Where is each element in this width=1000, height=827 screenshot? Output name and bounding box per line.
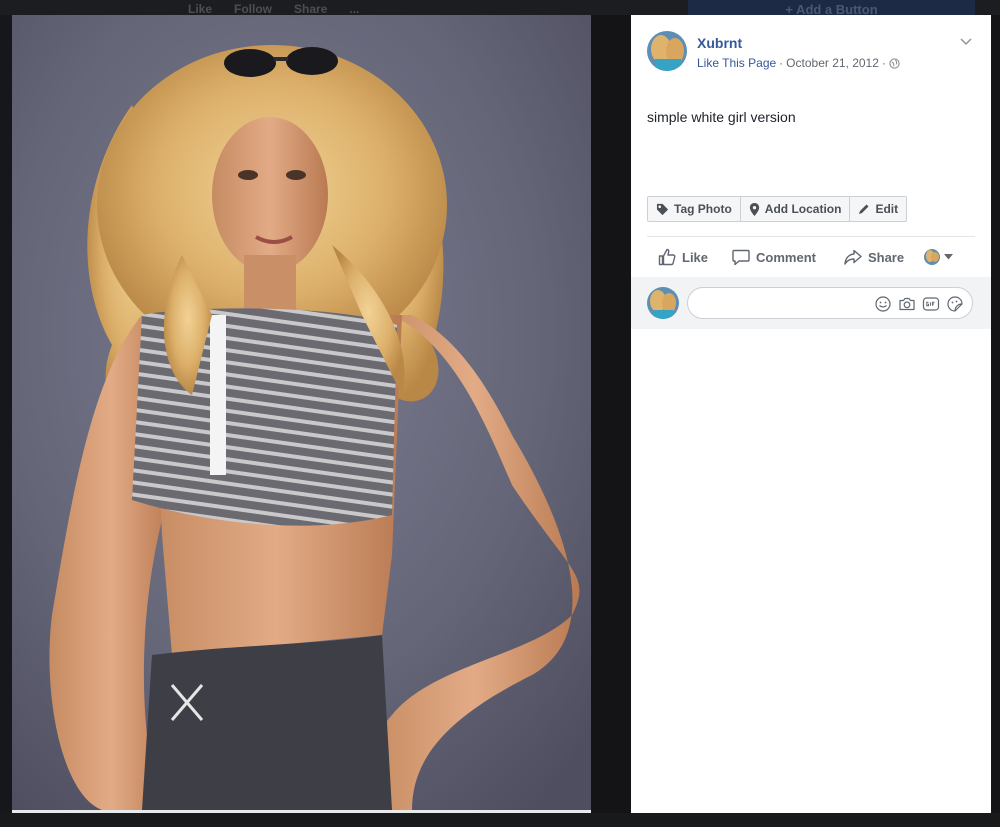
- comment-button[interactable]: Comment: [732, 249, 816, 266]
- chevron-down-icon[interactable]: [959, 37, 973, 47]
- background-left-edge: [0, 15, 12, 827]
- thumbs-up-icon: [658, 248, 676, 266]
- camera-icon[interactable]: [898, 295, 916, 313]
- tag-photo-label: Tag Photo: [674, 202, 732, 216]
- post-date[interactable]: October 21, 2012: [786, 56, 879, 70]
- bg-add-button-cta: + Add a Button: [688, 0, 975, 15]
- globe-icon[interactable]: [889, 57, 900, 69]
- ufi-action-bar: Like Comment Share: [647, 237, 975, 277]
- smiley-icon[interactable]: [874, 295, 892, 313]
- edit-label: Edit: [875, 202, 899, 216]
- comment-input[interactable]: [700, 295, 864, 312]
- page-name-link[interactable]: Xubrnt: [697, 35, 742, 51]
- comment-input-box[interactable]: [687, 287, 973, 319]
- share-label: Share: [867, 249, 905, 265]
- photo-action-group: Tag Photo Add Location Edit: [647, 196, 908, 222]
- gif-icon[interactable]: [922, 295, 940, 313]
- sticker-icon[interactable]: [946, 295, 964, 313]
- post-caption: simple white girl version: [647, 109, 796, 125]
- share-button[interactable]: Share: [844, 249, 904, 265]
- like-this-page-link[interactable]: Like This Page: [697, 56, 776, 70]
- page-avatar[interactable]: [647, 31, 687, 71]
- like-button[interactable]: Like: [658, 248, 708, 266]
- post-meta: Like This Page · October 21, 2012 ·: [697, 56, 900, 70]
- edit-button[interactable]: Edit: [850, 197, 906, 221]
- pencil-icon: [859, 204, 869, 214]
- actor-selector[interactable]: [924, 249, 954, 265]
- add-location-button[interactable]: Add Location: [741, 197, 851, 221]
- tag-photo-button[interactable]: Tag Photo: [648, 197, 741, 221]
- photo-bottom-edge: [12, 810, 591, 813]
- comment-attachment-icons: [874, 295, 964, 313]
- actor-avatar: [924, 249, 941, 265]
- background-bottom-strip: [0, 813, 1000, 827]
- post-photo: [12, 15, 591, 810]
- background-action-bar: Like Follow Share ... + Add a Button: [0, 0, 1000, 16]
- caret-down-icon: [944, 254, 954, 260]
- add-location-label: Add Location: [764, 202, 842, 216]
- speech-bubble-icon: [732, 249, 750, 265]
- comment-label: Comment: [756, 249, 816, 265]
- meta-separator-2: ·: [881, 56, 886, 70]
- like-label: Like: [682, 249, 709, 265]
- location-pin-icon: [749, 202, 759, 216]
- commenter-avatar: [647, 287, 679, 319]
- comment-composer: [631, 277, 991, 329]
- share-arrow-icon: [844, 249, 862, 265]
- post-side-panel: Xubrnt Like This Page · October 21, 2012…: [631, 15, 991, 813]
- tag-icon: [656, 203, 669, 215]
- meta-separator: ·: [779, 56, 784, 70]
- photo-stage[interactable]: [12, 15, 591, 813]
